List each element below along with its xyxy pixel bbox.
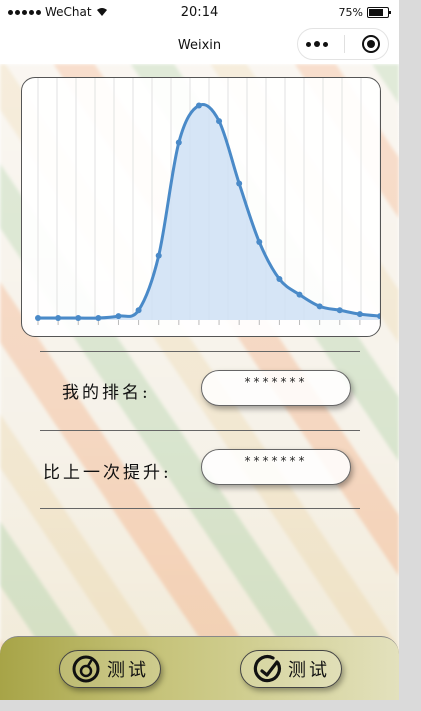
improvement-value[interactable]: ******* — [201, 449, 351, 485]
data-point[interactable] — [236, 180, 243, 187]
nav-bar: Weixin — [0, 26, 399, 64]
my-rank-label: 我的排名: — [62, 383, 151, 403]
divider-top — [40, 351, 360, 352]
area-fill — [38, 104, 380, 320]
data-point[interactable] — [216, 118, 223, 125]
data-point[interactable] — [35, 315, 41, 322]
close-target-icon[interactable] — [361, 35, 380, 53]
data-point[interactable] — [296, 291, 303, 298]
data-point[interactable] — [155, 252, 162, 259]
phone-screen: WeChat 20:14 75% Weixin 我的排名: ******* 比上… — [0, 0, 399, 700]
miniprogram-capsule — [297, 28, 389, 60]
data-point[interactable] — [115, 313, 122, 320]
test-button-left[interactable]: 测试 — [59, 650, 161, 688]
data-point[interactable] — [75, 315, 82, 322]
data-point[interactable] — [256, 239, 263, 245]
data-point[interactable] — [356, 311, 363, 318]
more-icon[interactable] — [306, 41, 329, 47]
chart-svg — [35, 78, 380, 325]
data-point[interactable] — [55, 315, 62, 322]
status-bar: WeChat 20:14 75% — [0, 0, 399, 26]
gauge-icon — [253, 655, 281, 683]
data-point[interactable] — [316, 303, 323, 310]
test-button-right[interactable]: 测试 — [240, 650, 342, 688]
test-label-right: 测试 — [288, 660, 330, 681]
bottom-tab-bar: 测试 测试 — [0, 636, 399, 700]
data-point[interactable] — [135, 307, 142, 314]
data-point[interactable] — [195, 102, 202, 109]
battery-icon — [367, 7, 391, 18]
battery-percent: 75% — [338, 6, 363, 19]
data-point[interactable] — [175, 139, 182, 146]
rank-distribution-chart — [21, 77, 381, 337]
data-point[interactable] — [336, 307, 343, 314]
data-point[interactable] — [276, 276, 283, 283]
test-label-left: 测试 — [107, 660, 149, 681]
divider-bottom — [40, 508, 360, 509]
data-point[interactable] — [95, 315, 102, 322]
improvement-label: 比上一次提升: — [43, 463, 172, 483]
divider-middle — [40, 430, 360, 431]
refresh-icon — [72, 655, 100, 683]
my-rank-value[interactable]: ******* — [201, 370, 351, 406]
